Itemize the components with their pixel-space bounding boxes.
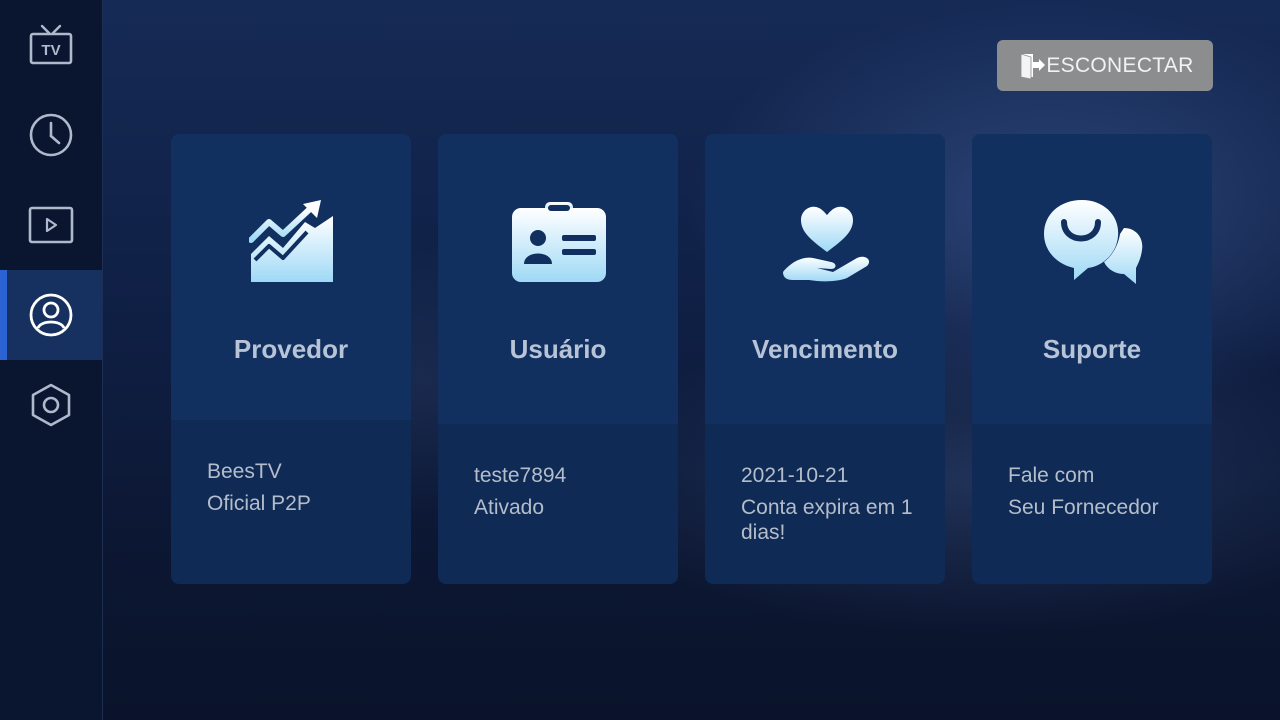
support-line-2: Seu Fornecedor bbox=[1008, 496, 1159, 519]
support-card[interactable]: Suporte Fale com Seu Fornecedor bbox=[972, 134, 1212, 584]
chat-bubbles-icon bbox=[1042, 198, 1144, 286]
user-card[interactable]: Usuário teste7894 Ativado bbox=[438, 134, 678, 584]
user-status: Ativado bbox=[474, 496, 545, 519]
tv-icon: TV bbox=[28, 24, 74, 66]
user-title: Usuário bbox=[509, 334, 607, 364]
sidebar-item-account[interactable] bbox=[0, 270, 102, 360]
expiration-info: 2021-10-21 Conta expira em 1 dias! bbox=[741, 460, 926, 545]
play-icon bbox=[28, 205, 74, 245]
user-circle-icon bbox=[28, 292, 74, 338]
settings-hexagon-icon bbox=[29, 382, 73, 428]
provider-name: BeesTV bbox=[207, 460, 282, 483]
provider-card-header: Provedor bbox=[171, 134, 411, 420]
expiration-title: Vencimento bbox=[752, 334, 898, 364]
provider-card[interactable]: Provedor BeesTV Oficial P2P bbox=[171, 134, 411, 584]
sidebar-item-tv[interactable]: TV bbox=[0, 0, 102, 90]
provider-title: Provedor bbox=[233, 334, 349, 364]
user-card-header: Usuário bbox=[438, 134, 678, 424]
support-card-header: Suporte bbox=[972, 134, 1212, 424]
clock-icon bbox=[28, 112, 74, 158]
provider-detail: Oficial P2P bbox=[207, 492, 311, 515]
disconnect-button[interactable]: ESCONECTAR bbox=[997, 40, 1213, 91]
expiration-note: Conta expira em 1 dias! bbox=[741, 496, 913, 544]
expiration-card[interactable]: Vencimento 2021-10-21 Conta expira em 1 … bbox=[705, 134, 945, 584]
trending-chart-icon bbox=[248, 200, 335, 284]
provider-info: BeesTV Oficial P2P bbox=[207, 456, 392, 516]
heart-hand-icon bbox=[781, 202, 873, 282]
support-title: Suporte bbox=[1042, 334, 1142, 364]
id-card-icon bbox=[512, 202, 606, 282]
sidebar-item-settings[interactable] bbox=[0, 360, 102, 450]
expiration-date: 2021-10-21 bbox=[741, 464, 849, 487]
expiration-card-header: Vencimento bbox=[705, 134, 945, 424]
sidebar: TV bbox=[0, 0, 103, 720]
door-exit-icon bbox=[1019, 52, 1045, 80]
sidebar-item-movies[interactable] bbox=[0, 180, 102, 270]
tv-icon-label: TV bbox=[41, 42, 60, 59]
disconnect-label: ESCONECTAR bbox=[1046, 53, 1194, 77]
support-line-1: Fale com bbox=[1008, 464, 1095, 487]
username-value: teste7894 bbox=[474, 464, 567, 487]
user-info: teste7894 Ativado bbox=[474, 460, 659, 520]
support-info: Fale com Seu Fornecedor bbox=[1008, 460, 1193, 520]
sidebar-item-history[interactable] bbox=[0, 90, 102, 180]
